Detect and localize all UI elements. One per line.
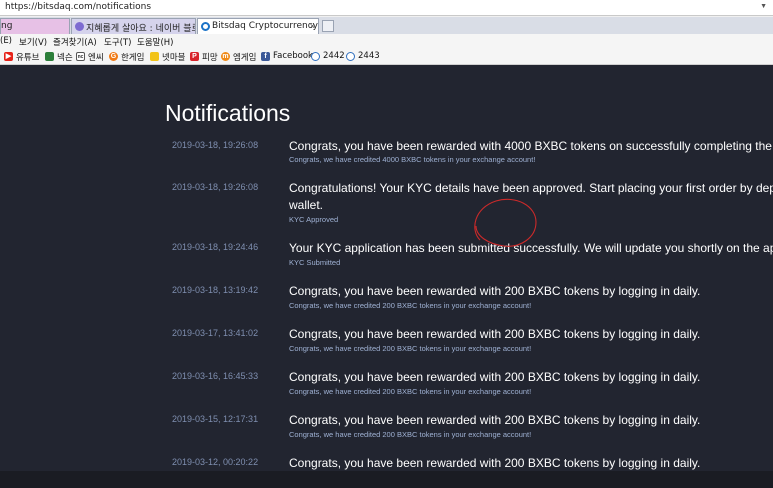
notification-time: 2019-03-16, 16:45:33 [172, 371, 259, 381]
notification-item[interactable]: 2019-03-15, 12:17:31 Congrats, you have … [0, 412, 773, 452]
ie-page-icon [346, 52, 355, 61]
url-text[interactable]: https://bitsdaq.com/notifications [5, 2, 151, 12]
ncsoft-icon: nc [76, 52, 85, 61]
notification-title-continued: wallet. [289, 198, 324, 212]
mgame-icon: m [221, 52, 230, 61]
notification-time: 2019-03-18, 13:19:42 [172, 285, 259, 295]
notification-detail: KYC Approved [289, 215, 339, 224]
notification-time: 2019-03-18, 19:26:08 [172, 140, 259, 150]
close-tab-icon[interactable]: × [310, 21, 315, 31]
new-tab-button[interactable] [322, 20, 334, 32]
notification-time: 2019-03-17, 13:41:02 [172, 328, 259, 338]
notification-item[interactable]: 2019-03-17, 13:41:02 Congrats, you have … [0, 326, 773, 366]
notification-item[interactable]: 2019-03-18, 19:26:08 Congratulations! Yo… [0, 180, 773, 230]
naver-blog-favicon-icon [75, 22, 84, 31]
notification-title: Your KYC application has been submitted … [289, 241, 773, 255]
pmang-icon: P [190, 52, 199, 61]
browser-chrome: https://bitsdaq.com/notifications ▼ ng 지… [0, 0, 773, 65]
menu-help[interactable]: 도움말(H) [137, 36, 173, 48]
notification-detail: Congrats, we have credited 4000 BXBC tok… [289, 155, 536, 164]
menu-edit[interactable]: (E) [0, 36, 12, 46]
notification-time: 2019-03-15, 12:17:31 [172, 414, 259, 424]
tab-strip: ng 지혜롭게 살아요 : 네이버 블로... Bitsdaq Cryptocu… [0, 17, 773, 34]
notifications-page: Notifications 2019-03-18, 19:26:08 Congr… [0, 65, 773, 488]
notification-title: Congrats, you have been rewarded with 20… [289, 327, 701, 341]
page-title: Notifications [165, 100, 291, 126]
tab-naver-blog[interactable]: 지혜롭게 살아요 : 네이버 블로... [71, 18, 196, 34]
youtube-icon: ▶ [4, 52, 13, 61]
notification-detail: Congrats, we have credited 200 BXBC toke… [289, 430, 532, 439]
facebook-icon: f [261, 52, 270, 61]
notification-detail: KYC Submitted [289, 258, 341, 267]
notification-time: 2019-03-12, 00:20:22 [172, 457, 259, 467]
notification-title: Congrats, you have been rewarded with 20… [289, 284, 701, 298]
notification-detail: Congrats, we have credited 200 BXBC toke… [289, 387, 532, 396]
notification-title: Congrats, you have been rewarded with 40… [289, 139, 773, 153]
notification-detail: Congrats, we have credited 200 BXBC toke… [289, 301, 532, 310]
notification-item[interactable]: 2019-03-18, 19:24:46 Your KYC applicatio… [0, 240, 773, 280]
ie-page-icon [311, 52, 320, 61]
nexon-icon [45, 52, 54, 61]
tab-partial[interactable]: ng [0, 18, 70, 34]
notification-detail: Congrats, we have credited 200 BXBC toke… [289, 344, 532, 353]
bookmarks-bar: ▶ 유튜브 넥슨 nc 엔씨 G 한게임 넷마블 P 피망 m 엠게임 f Fa… [0, 48, 773, 65]
address-bar[interactable]: https://bitsdaq.com/notifications ▼ [0, 0, 773, 16]
notification-time: 2019-03-18, 19:24:46 [172, 242, 259, 252]
menu-favorites[interactable]: 즐겨찾기(A) [53, 36, 97, 48]
notification-title: Congrats, you have been rewarded with 20… [289, 413, 701, 427]
tab-bitsdaq[interactable]: Bitsdaq Cryptocurrency Exc... × [197, 18, 319, 34]
tab-label: Bitsdaq Cryptocurrency Exc... [212, 21, 318, 31]
notification-title: Congrats, you have been rewarded with 20… [289, 456, 701, 470]
menu-view[interactable]: 보기(V) [19, 36, 47, 48]
menu-bar: (E) 보기(V) 즐겨찾기(A) 도구(T) 도움말(H) [0, 34, 773, 48]
notification-title: Congrats, you have been rewarded with 20… [289, 370, 701, 384]
ie-favicon-icon [201, 22, 210, 31]
dropdown-arrow-icon[interactable]: ▼ [760, 3, 767, 10]
tab-label: ng [1, 21, 13, 31]
hangame-icon: G [109, 52, 118, 61]
notification-item[interactable]: 2019-03-18, 19:26:08 Congrats, you have … [0, 138, 773, 178]
bottom-edge-bar [0, 471, 773, 488]
notification-title: Congratulations! Your KYC details have b… [289, 181, 773, 195]
menu-tools[interactable]: 도구(T) [104, 36, 131, 48]
notification-item[interactable]: 2019-03-18, 13:19:42 Congrats, you have … [0, 283, 773, 323]
tab-label: 지혜롭게 살아요 : 네이버 블로... [86, 24, 195, 34]
netmarble-icon [150, 52, 159, 61]
notification-item[interactable]: 2019-03-16, 16:45:33 Congrats, you have … [0, 369, 773, 409]
notification-time: 2019-03-18, 19:26:08 [172, 182, 259, 192]
